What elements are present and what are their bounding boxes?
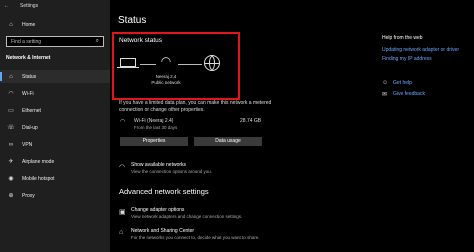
show-networks-icon: ◠ [119,164,126,171]
show-networks-desc: View the connection options around you. [131,169,212,174]
wifi-signal-icon: ◠ [160,54,172,68]
back-arrow-icon[interactable]: ← [4,3,9,9]
advanced-settings-title: Advanced network settings [119,187,209,196]
sidebar-item-proxy[interactable]: ⊕ Proxy [0,189,110,202]
sidebar: ← Settings ⌂ Home Find a setting ⌕ Netwo… [0,0,110,252]
sidebar-item-hotspot[interactable]: ◉ Mobile hotspot [0,172,110,185]
laptop-base [117,67,139,68]
home-icon: ⌂ [9,21,13,28]
sidebar-item-label: Wi-Fi [22,90,34,97]
connection-usage: 28.74 GB [240,118,262,124]
wifi-icon: ◠ [8,91,14,97]
adapter-icon: ▣ [119,209,126,216]
get-help-icon: ☺ [382,80,389,86]
sidebar-item-status[interactable]: ⌂ Status [0,70,110,83]
sidebar-item-vpn[interactable]: ∞ VPN [0,138,110,151]
hotspot-icon: ◉ [8,176,14,182]
sidebar-item-wifi[interactable]: ◠ Wi-Fi [0,87,110,100]
internet-globe-icon [204,55,220,71]
connection-subtitle: From the last 30 days [134,125,178,130]
network-status-title: Network status [119,37,162,44]
show-networks-title[interactable]: Show available networks [131,162,186,168]
ethernet-icon: ▭ [8,108,14,114]
get-help-link[interactable]: Get help [393,80,412,86]
search-placeholder: Find a setting [11,39,42,45]
vpn-icon: ∞ [8,141,14,148]
network-sharing-center-link[interactable]: Network and Sharing Center [131,228,194,234]
feedback-icon: ✉ [382,92,388,98]
search-icon[interactable]: ⌕ [96,38,99,45]
data-plan-text: If you have a limited data plan, you can… [119,100,272,113]
home-icon: ⌂ [9,73,13,80]
sidebar-item-dialup[interactable]: ☏ Dial-up [0,121,110,134]
change-adapter-options-link[interactable]: Change adapter options [131,207,184,213]
sharing-center-icon: ⌂ [119,229,124,236]
connection-line [178,64,202,65]
properties-button[interactable]: Properties [120,137,188,146]
sidebar-item-ethernet[interactable]: ▭ Ethernet [0,104,110,117]
help-link-adapter[interactable]: Updating network adapter or driver [382,47,459,53]
sidebar-home[interactable]: ⌂ Home [0,18,110,31]
sidebar-item-airplane[interactable]: ✈ Airplane mode [0,155,110,168]
window-title: Settings [20,3,39,9]
airplane-icon: ✈ [8,159,14,165]
give-feedback-link[interactable]: Give feedback [393,91,425,97]
sidebar-item-label: Status [22,73,37,80]
page-title: Status [118,15,147,26]
sidebar-section-title: Network & Internet [6,55,51,61]
sidebar-item-label: Airplane mode [22,158,55,165]
sidebar-item-label: Dial-up [22,124,38,131]
help-title: Help from the web [382,35,423,41]
adapter-desc: View network adapters and change connect… [131,214,243,219]
sidebar-item-label: VPN [22,141,33,148]
search-input[interactable]: Find a setting ⌕ [6,36,104,47]
sharing-desc: For the networks you connect to, decide … [131,235,260,240]
network-type: Public network [151,80,181,85]
sidebar-item-label: Mobile hotspot [22,175,55,182]
phone-icon: ☏ [7,125,15,131]
sidebar-item-label: Ethernet [22,107,41,114]
help-link-ip[interactable]: Finding my IP address [382,56,432,62]
wifi-icon: ◠ [120,119,126,125]
sidebar-item-label: Proxy [22,192,35,199]
network-name: Neeraj 2.4 [155,74,177,79]
data-usage-button[interactable]: Data usage [194,137,262,146]
connection-name: Wi-Fi (Neeraj 2.4) [134,118,174,124]
laptop-icon [120,58,136,67]
connection-line [140,64,156,65]
sidebar-home-label: Home [22,21,36,28]
globe-icon: ⊕ [8,193,14,199]
